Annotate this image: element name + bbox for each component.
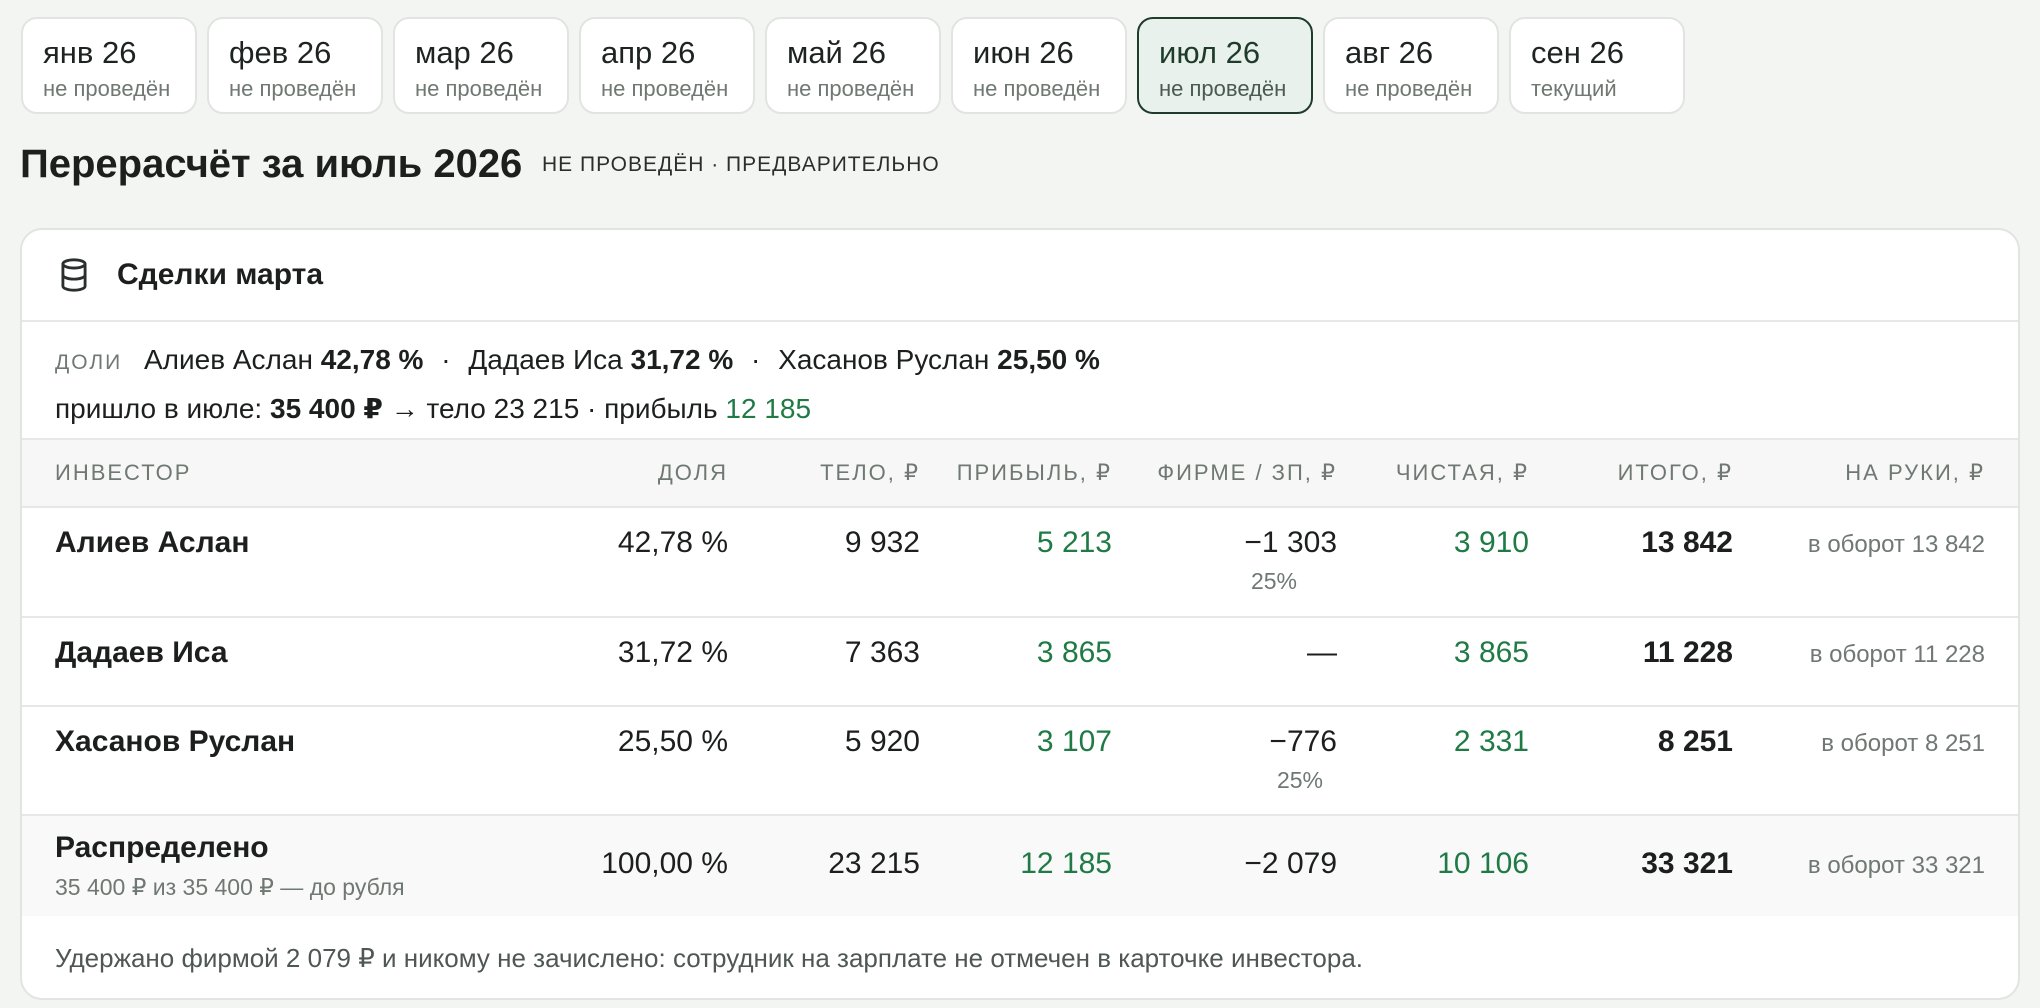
share-pct: 42,78 % (320, 344, 424, 375)
net-value: 2 331 (1453, 725, 1529, 758)
net-value: 3 910 (1453, 526, 1529, 559)
table-header: ИНВЕСТОР ДОЛЯ ТЕЛО, ₽ ПРИБЫЛЬ, ₽ ФИРМЕ /… (22, 440, 2018, 508)
firm-percent: 25% (1250, 568, 1297, 594)
share-value: 42,78 % (617, 526, 728, 559)
total-value: 13 842 (1641, 526, 1733, 559)
col-hand: НА РУКИ, ₽ (1845, 460, 1985, 485)
firm-percent: 25% (1276, 767, 1323, 793)
body-value: 5 920 (844, 725, 920, 758)
card-header: Сделки марта (22, 230, 2018, 322)
tab-jan[interactable]: янв 26 не проведён (21, 17, 197, 114)
tab-status: не проведён (43, 76, 171, 101)
investor-name: Алиев Аслан (55, 526, 250, 559)
income-rest: → тело 23 215 · прибыль (390, 393, 718, 424)
tab-feb[interactable]: фев 26 не проведён (207, 17, 383, 114)
investor-name: Хасанов Руслан (55, 725, 296, 758)
tab-status: не проведён (787, 76, 915, 101)
tab-jul[interactable]: июл 26 не проведён (1137, 17, 1313, 114)
share-name: Алиев Аслан (143, 344, 313, 375)
firm-total: −2 079 (1244, 847, 1337, 880)
col-investor: ИНВЕСТОР (55, 460, 192, 485)
investor-name: Дадаев Иса (55, 636, 228, 669)
share-value: 31,72 % (617, 636, 728, 669)
tab-title: янв 26 (43, 35, 137, 70)
profit-value: 3 865 (1036, 636, 1112, 669)
firm-value: −776 (1269, 725, 1337, 758)
share-name: Дадаев Иса (468, 344, 623, 375)
footer-note: Удержано фирмой 2 079 ₽ и никому не зачи… (55, 943, 1364, 973)
total-value: 11 228 (1642, 636, 1733, 669)
tab-status: не проведён (973, 76, 1101, 101)
tab-title: фев 26 (229, 35, 332, 70)
profit-value: 5 213 (1036, 526, 1112, 559)
tab-title: май 26 (787, 35, 886, 70)
body-value: 9 932 (844, 526, 920, 559)
tab-title: авг 26 (1345, 35, 1434, 70)
body-value: 7 363 (844, 636, 920, 669)
table-row[interactable]: Хасанов Руслан 25,50 % 5 920 3 107 −776 … (22, 707, 2018, 816)
tab-status: текущий (1531, 76, 1617, 101)
profit-value: 3 107 (1036, 725, 1112, 758)
total-value: 8 251 (1657, 725, 1733, 758)
tab-apr[interactable]: апр 26 не проведён (579, 17, 755, 114)
table-row[interactable]: Дадаев Иса 31,72 % 7 363 3 865 — 3 865 1… (22, 618, 2018, 707)
tab-status: не проведён (229, 76, 357, 101)
profit-total: 12 185 (1020, 847, 1112, 880)
tab-status: не проведён (1345, 76, 1473, 101)
tab-title: июл 26 (1159, 35, 1261, 70)
net-value: 3 865 (1453, 636, 1529, 669)
net-total: 10 106 (1437, 847, 1529, 880)
deals-card: Сделки марта ДОЛИ Алиев Аслан 42,78 % · … (20, 228, 2020, 1000)
month-tabs: янв 26 не проведён фев 26 не проведён мар … (21, 17, 1685, 114)
share-name: Хасанов Руслан (778, 344, 990, 375)
income-amount: 35 400 ₽ (270, 393, 383, 424)
firm-value: — (1307, 636, 1337, 669)
tab-title: мар 26 (415, 35, 514, 70)
separator: · (751, 344, 761, 375)
tab-status: не проведён (601, 76, 729, 101)
tab-jun[interactable]: июн 26 не проведён (951, 17, 1127, 114)
tab-status: не проведён (415, 76, 543, 101)
hand-value: в оборот 13 842 (1807, 531, 1985, 558)
income-line: пришло в июле: 35 400 ₽ → тело 23 215 · … (55, 391, 2018, 427)
separator: · (441, 344, 451, 375)
card-title: Сделки марта (117, 258, 324, 291)
tab-mar[interactable]: мар 26 не проведён (393, 17, 569, 114)
col-net: ЧИСТАЯ, ₽ (1395, 460, 1529, 485)
share-pct: 25,50 % (997, 344, 1100, 375)
hand-total: в оборот 33 321 (1807, 852, 1985, 879)
col-total: ИТОГО, ₽ (1617, 460, 1733, 485)
income-prefix: пришло в июле: (55, 393, 263, 424)
shares-line: ДОЛИ Алиев Аслан 42,78 % · Дадаев Иса 31… (55, 342, 2018, 381)
total-sub: 35 400 ₽ из 35 400 ₽ — до рубля (55, 874, 405, 900)
col-body: ТЕЛО, ₽ (820, 460, 920, 485)
tab-may[interactable]: май 26 не проведён (765, 17, 941, 114)
shares-label: ДОЛИ (55, 351, 123, 374)
col-firm: ФИРМЕ / ЗП, ₽ (1157, 460, 1337, 485)
database-icon (61, 258, 87, 292)
share-pct: 31,72 % (630, 344, 734, 375)
tab-title: апр 26 (601, 35, 696, 70)
tab-sep[interactable]: сен 26 текущий (1509, 17, 1685, 114)
body-total: 23 215 (828, 847, 920, 880)
share-total: 100,00 % (601, 847, 728, 880)
table-row[interactable]: Алиев Аслан 42,78 % 9 932 5 213 −1 303 2… (22, 508, 2018, 618)
hand-value: в оборот 8 251 (1821, 730, 1985, 757)
page-title: Перерасчёт за июль 2026 (20, 142, 523, 186)
share-value: 25,50 % (617, 725, 728, 758)
firm-value: −1 303 (1244, 526, 1337, 559)
tab-title: сен 26 (1531, 35, 1624, 70)
shares-summary: ДОЛИ Алиев Аслан 42,78 % · Дадаев Иса 31… (22, 322, 2018, 440)
grand-total: 33 321 (1641, 847, 1733, 880)
hand-value: в оборот 11 228 (1809, 641, 1985, 668)
tab-status: не проведён (1159, 76, 1287, 101)
tab-aug[interactable]: авг 26 не проведён (1323, 17, 1499, 114)
status-badge: НЕ ПРОВЕДЁН · ПРЕДВАРИТЕЛЬНО (542, 153, 940, 176)
col-share: ДОЛЯ (657, 460, 728, 485)
tab-title: июн 26 (973, 35, 1074, 70)
income-profit: 12 185 (725, 393, 812, 424)
total-row: Распределено 35 400 ₽ из 35 400 ₽ — до р… (22, 816, 2018, 916)
col-profit: ПРИБЫЛЬ, ₽ (956, 460, 1112, 485)
total-label: Распределено (55, 831, 269, 864)
